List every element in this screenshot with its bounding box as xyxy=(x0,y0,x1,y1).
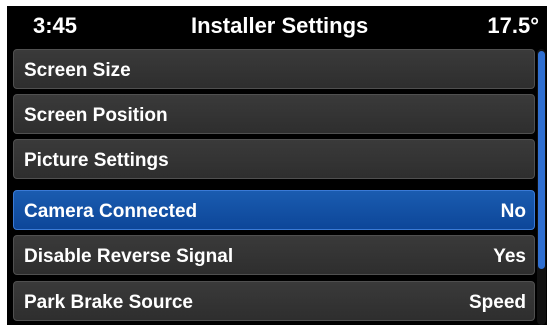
menu-item-label: Disable Reverse Signal xyxy=(24,246,234,267)
display-screen: 3:45 Installer Settings 17.5° Screen Siz… xyxy=(7,6,547,325)
menu-item-label: Park Brake Source xyxy=(24,292,193,313)
scrollbar[interactable] xyxy=(537,49,546,325)
menu-item-park-brake-source[interactable]: Park Brake Source Speed xyxy=(13,281,535,321)
menu-item-label: Screen Position xyxy=(24,105,168,126)
menu-item-disable-reverse-signal[interactable]: Disable Reverse Signal Yes xyxy=(13,235,535,275)
menu-item-label: Picture Settings xyxy=(24,150,169,171)
menu-item-picture-settings[interactable]: Picture Settings xyxy=(13,139,535,179)
clock: 3:45 xyxy=(33,13,78,38)
menu-item-label: Camera Connected xyxy=(24,201,198,222)
status-bar: 3:45 Installer Settings 17.5° xyxy=(7,6,547,44)
menu-item-screen-position[interactable]: Screen Position xyxy=(13,94,535,134)
page-title: Installer Settings xyxy=(191,13,369,38)
menu-item-label: Screen Size xyxy=(24,60,131,81)
temperature-readout: 17.5° xyxy=(487,13,539,38)
menu-item-camera-connected[interactable]: Camera Connected No xyxy=(13,190,535,230)
menu-item-value: Yes xyxy=(493,246,526,267)
scrollbar-thumb[interactable] xyxy=(538,51,545,269)
menu-item-value: Speed xyxy=(468,292,526,313)
menu-item-screen-size[interactable]: Screen Size xyxy=(13,49,535,89)
menu-item-value: No xyxy=(500,201,526,222)
